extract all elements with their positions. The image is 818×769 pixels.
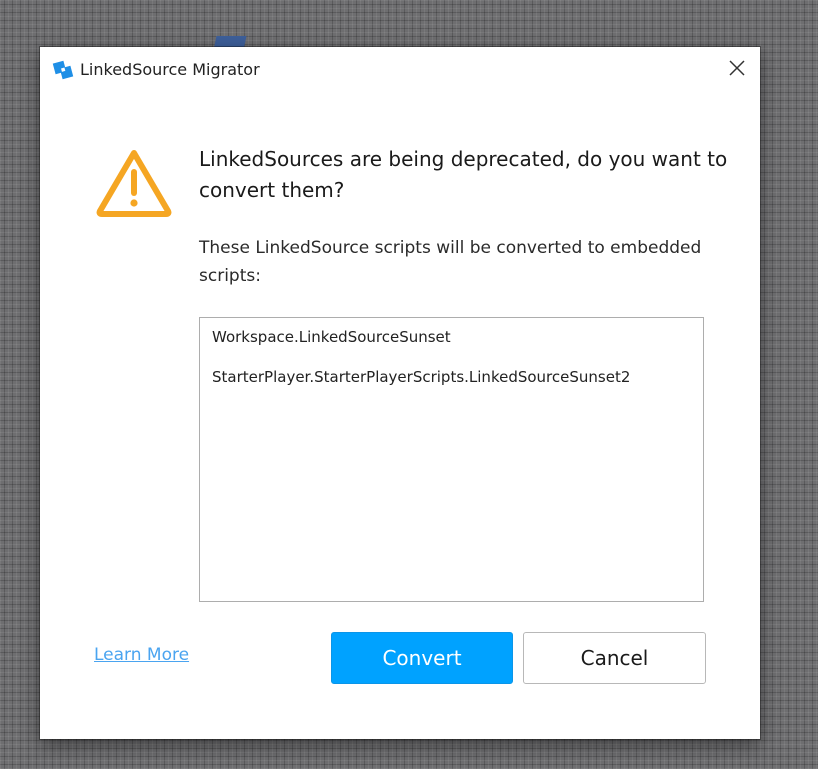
dialog-description: These LinkedSource scripts will be conve… (199, 238, 702, 286)
list-item[interactable]: StarterPlayer.StarterPlayerScripts.Linke… (200, 357, 703, 397)
window-title: LinkedSource Migrator (80, 60, 260, 79)
learn-more-link[interactable]: Learn More (94, 645, 189, 665)
close-icon (729, 60, 745, 80)
dialog-headline: LinkedSources are being deprecated, do y… (199, 147, 728, 202)
roblox-studio-logo-icon (52, 59, 74, 81)
script-list[interactable]: Workspace.LinkedSourceSunset StarterPlay… (199, 317, 704, 602)
cancel-button[interactable]: Cancel (523, 632, 706, 684)
convert-button[interactable]: Convert (331, 632, 513, 684)
warning-icon (94, 147, 174, 219)
list-item[interactable]: Workspace.LinkedSourceSunset (200, 318, 703, 357)
close-button[interactable] (714, 47, 760, 93)
linkedsource-migrator-dialog: LinkedSource Migrator LinkedSources are … (40, 47, 760, 739)
title-bar: LinkedSource Migrator (40, 47, 760, 93)
